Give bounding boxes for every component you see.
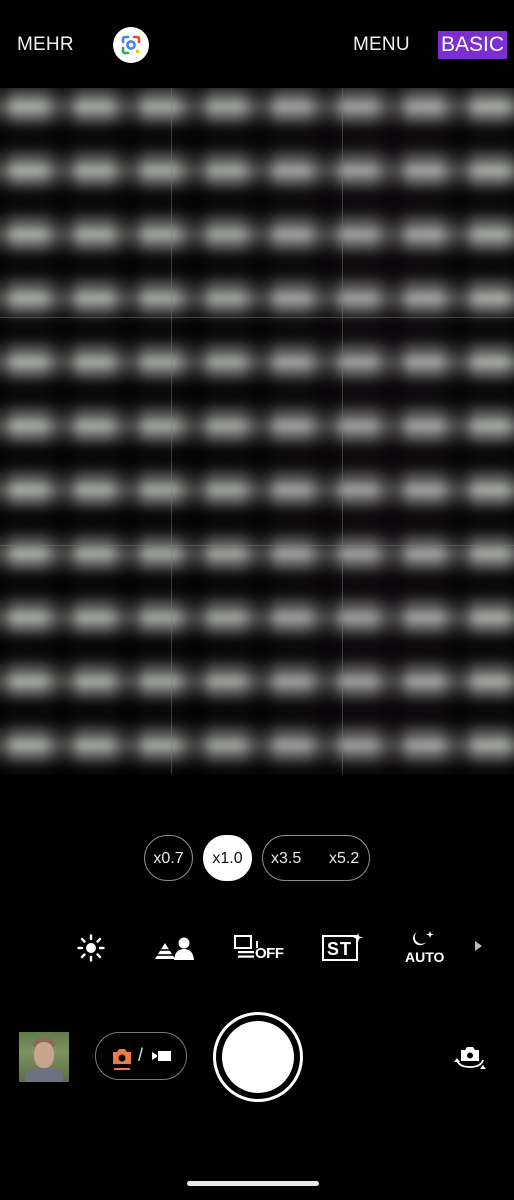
grid-line (0, 317, 514, 318)
video-icon (152, 1051, 171, 1061)
drive-mode-button[interactable]: OFF (233, 934, 284, 964)
basic-mode-button[interactable]: BASIC (438, 31, 508, 59)
camera-icon (113, 1049, 131, 1064)
google-lens-icon (121, 35, 141, 55)
zoom-5-2-button[interactable]: x5.2 (329, 836, 359, 882)
brightness-button[interactable] (77, 934, 105, 962)
zoom-1-0-button[interactable]: x1.0 (203, 835, 252, 881)
google-lens-button[interactable] (113, 27, 149, 63)
night-mode-icon (413, 931, 434, 946)
zoom-3-5-button[interactable]: x3.5 (271, 836, 301, 882)
night-mode-label: AUTO (405, 949, 445, 965)
chevron-right-icon[interactable] (475, 941, 482, 951)
zoom-tele-group: x3.5 x5.2 (262, 835, 370, 881)
drive-mode-label: OFF (255, 945, 284, 962)
switch-camera-icon (454, 1047, 486, 1069)
menu-button[interactable]: MENU (353, 34, 410, 56)
photo-video-toggle[interactable]: / (95, 1032, 187, 1080)
more-button[interactable]: MEHR (17, 34, 74, 56)
zoom-0-7-button[interactable]: x0.7 (144, 835, 193, 881)
grid-line (0, 545, 514, 546)
brightness-icon (77, 934, 105, 962)
style-label: ST (327, 939, 353, 959)
mode-separator: / (138, 1045, 144, 1065)
active-mode-indicator (114, 1068, 130, 1070)
grid-line (171, 88, 172, 774)
switch-camera-button[interactable] (453, 1043, 487, 1076)
scene-selection-button[interactable] (154, 935, 194, 961)
home-indicator[interactable] (187, 1181, 319, 1186)
shutter-button[interactable] (213, 1012, 303, 1102)
scene-portrait-icon (155, 937, 194, 960)
top-bar: MEHR MENU BASIC (0, 0, 514, 90)
shooting-settings-row: OFF ST AUTO (0, 925, 514, 971)
last-photo-thumbnail[interactable] (19, 1032, 69, 1082)
night-mode-button[interactable]: AUTO (404, 930, 444, 965)
style-button[interactable]: ST (321, 932, 363, 962)
grid-line (342, 88, 343, 774)
camera-viewfinder[interactable] (0, 88, 514, 774)
